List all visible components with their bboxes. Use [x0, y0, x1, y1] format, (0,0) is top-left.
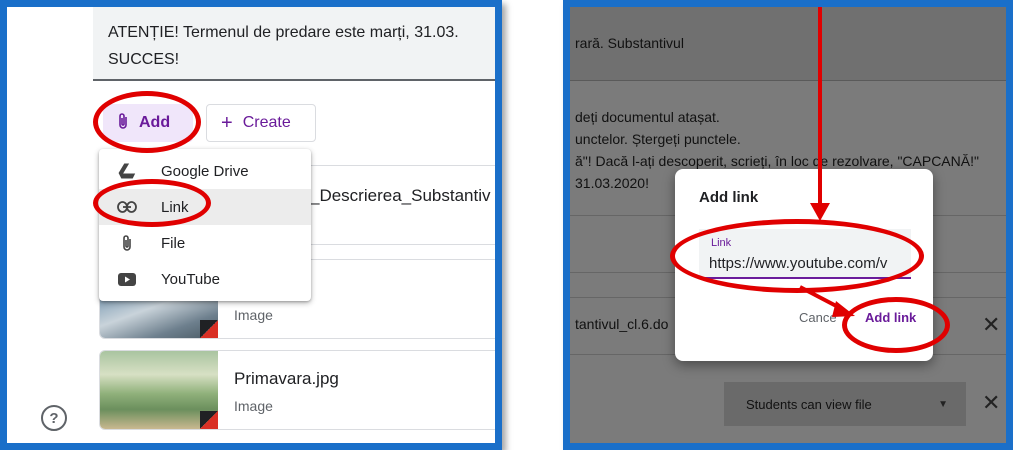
- paperclip-icon: [115, 234, 139, 252]
- create-button-label: Create: [242, 114, 291, 131]
- google-drive-icon: [115, 163, 139, 179]
- add-menu: Google Drive Link File YouTube: [99, 149, 311, 301]
- menu-item-label: YouTube: [161, 270, 220, 288]
- youtube-icon: [115, 272, 139, 286]
- plus-icon: +: [221, 111, 233, 134]
- attachment-title: _Descrierea_Substantiv: [310, 186, 491, 205]
- menu-item-google-drive[interactable]: Google Drive: [99, 153, 311, 189]
- menu-item-file[interactable]: File: [99, 225, 311, 261]
- menu-item-label: File: [161, 234, 186, 252]
- left-screenshot-panel: ATENȚIE! Termenul de predare este marți,…: [0, 0, 502, 450]
- attachment-type: Image: [234, 398, 273, 414]
- paperclip-icon: [117, 112, 129, 135]
- create-button[interactable]: + Create: [206, 104, 316, 142]
- instructions-box: ATENȚIE! Termenul de predare este marți,…: [93, 7, 495, 81]
- instructions-line-2: SUCCES!: [108, 51, 180, 68]
- help-icon[interactable]: ?: [41, 405, 67, 431]
- attachment-type: Image: [234, 307, 273, 323]
- attachment-thumbnail: [100, 351, 218, 429]
- menu-item-label: Google Drive: [161, 162, 249, 180]
- annotation-arrowhead: [810, 203, 830, 221]
- add-button[interactable]: Add: [103, 104, 193, 142]
- link-icon: [115, 201, 139, 213]
- right-screenshot-panel: rară. Substantivul deți documentul atașa…: [563, 0, 1013, 450]
- thumbnail-corner: [200, 320, 218, 338]
- menu-item-link[interactable]: Link: [99, 189, 311, 225]
- annotation-arrows: [799, 7, 855, 317]
- thumbnail-corner: [200, 411, 218, 429]
- annotation-arrowhead: [832, 301, 855, 317]
- menu-item-label: Link: [161, 198, 189, 216]
- instructions-line-1: ATENȚIE! Termenul de predare este marți,…: [108, 24, 459, 41]
- add-button-label: Add: [139, 114, 171, 131]
- attachment-title: Primavara.jpg: [234, 369, 339, 388]
- menu-item-youtube[interactable]: YouTube: [99, 261, 311, 297]
- attachment-card-image-2[interactable]: Primavara.jpg Image: [99, 350, 495, 430]
